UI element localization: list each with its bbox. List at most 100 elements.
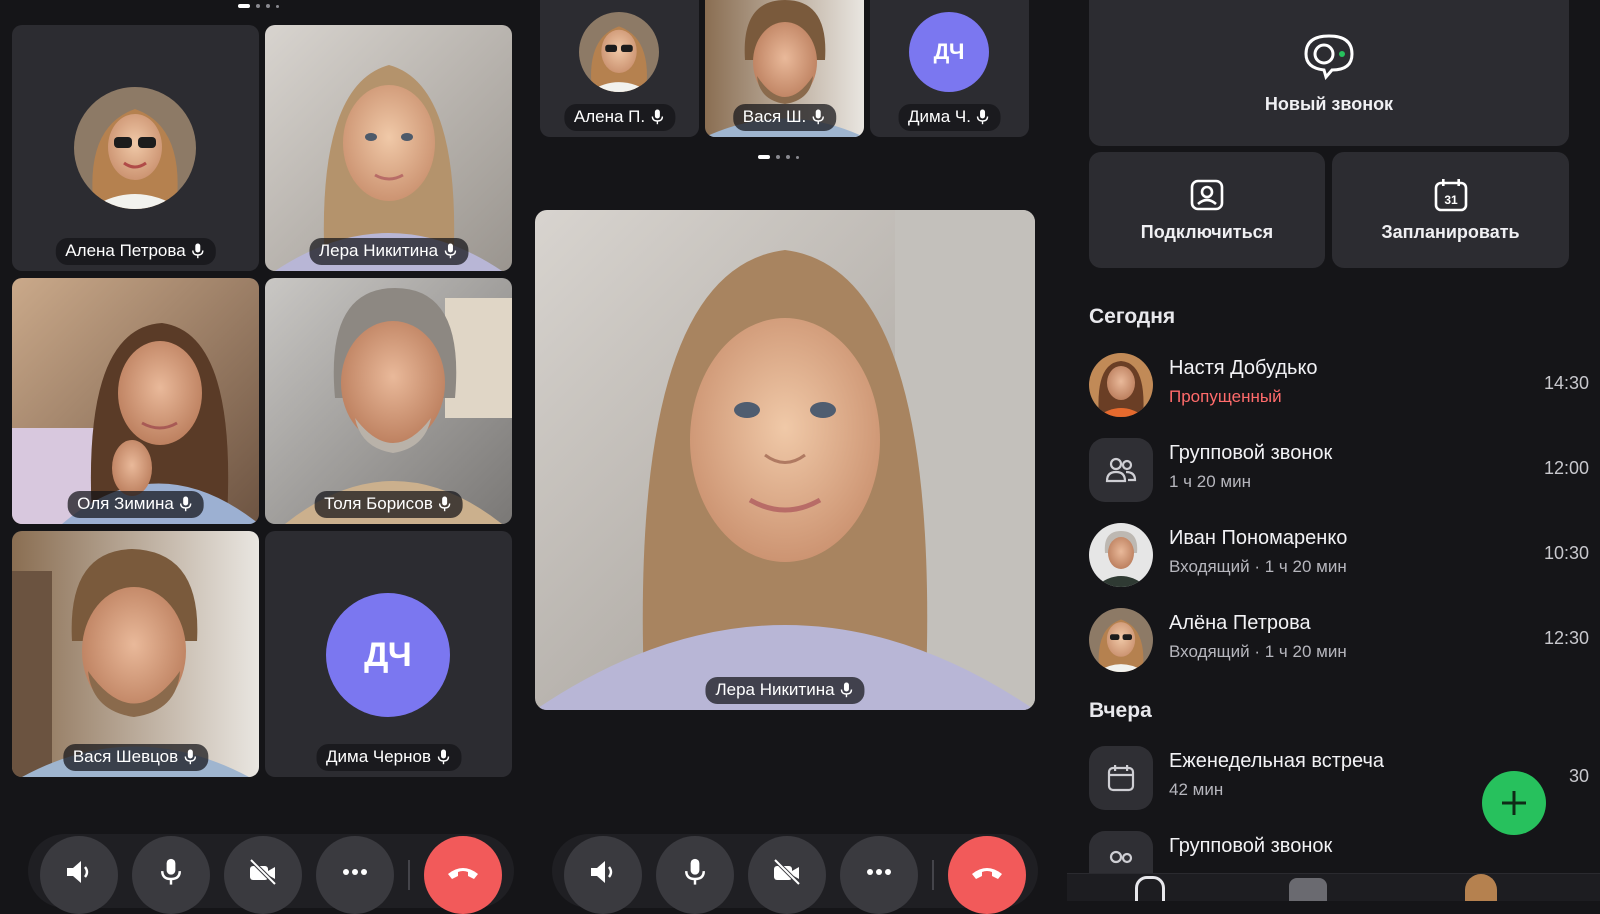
call-history-item[interactable]: Настя Добудько Пропущенный 14:30	[1089, 351, 1589, 419]
schedule-button[interactable]: 31 Запланировать	[1332, 152, 1569, 268]
microphone-icon	[684, 858, 706, 886]
contact-name: Групповой звонок	[1169, 442, 1333, 464]
bottom-tab-bar	[1067, 873, 1600, 901]
mic-icon	[437, 749, 449, 765]
participant-name-label: Лера Никитина	[308, 238, 469, 265]
mic-icon	[841, 682, 853, 698]
participant-video	[265, 278, 512, 524]
section-header-yesterday: Вчера	[1089, 699, 1152, 722]
contact-name: Настя Добудько	[1169, 357, 1318, 379]
tab-calls[interactable]	[1135, 876, 1165, 901]
speaker-video	[535, 210, 1035, 710]
participant-tile[interactable]: Толя Борисов	[265, 278, 512, 524]
speaker-button[interactable]	[564, 836, 642, 914]
participant-tile[interactable]: Алена Петрова	[12, 25, 259, 271]
call-time: 14:30	[1543, 373, 1589, 393]
active-speaker-video[interactable]: Лера Никитина	[535, 210, 1035, 710]
camera-off-icon	[773, 858, 801, 886]
call-status: Входящий · 1 ч 20 мин	[1169, 642, 1347, 661]
new-call-icon	[1304, 33, 1354, 80]
end-call-button[interactable]	[948, 836, 1026, 914]
initials-avatar: ДЧ	[909, 12, 989, 92]
group-icon	[1105, 457, 1137, 483]
mic-icon	[651, 109, 663, 125]
hang-up-icon	[448, 868, 478, 879]
camera-button[interactable]	[748, 836, 826, 914]
call-status: 1 ч 20 мин	[1169, 472, 1251, 491]
participant-name-label: Вася Шевцов	[62, 744, 209, 771]
participant-avatar	[74, 87, 196, 209]
participant-name-label: Толя Борисов	[314, 491, 463, 518]
participant-tile[interactable]: Вася Шевцов	[12, 531, 259, 777]
mic-icon	[180, 496, 192, 512]
contact-avatar	[1089, 523, 1153, 587]
call-history-item[interactable]: Иван Пономаренко Входящий · 1 ч 20 мин 1…	[1089, 521, 1589, 589]
meeting-avatar	[1089, 746, 1153, 810]
group-call-avatar	[1089, 438, 1153, 502]
contact-name: Групповой звонок	[1169, 835, 1333, 857]
more-button[interactable]	[316, 836, 394, 914]
call-time: 10:30	[1543, 543, 1589, 563]
mic-icon	[977, 109, 989, 125]
participant-avatar	[579, 12, 659, 92]
calendar-icon: 31	[1434, 178, 1467, 211]
participant-tile[interactable]: Лера Никитина	[265, 25, 512, 271]
tab-chats[interactable]	[1289, 878, 1327, 901]
participant-name-label: Лера Никитина	[705, 677, 865, 704]
participant-name-label: Дима Чернов	[316, 744, 461, 771]
join-button[interactable]: Подключиться	[1089, 152, 1325, 268]
add-call-button[interactable]	[1482, 771, 1546, 835]
join-label: Подключиться	[1140, 221, 1274, 242]
participant-tile[interactable]: Оля Зимина	[12, 278, 259, 524]
mic-icon	[184, 749, 196, 765]
page-indicator[interactable]	[238, 4, 279, 8]
call-status: Входящий · 1 ч 20 мин	[1169, 557, 1347, 576]
new-call-button[interactable]: Новый звонок	[1089, 0, 1569, 146]
page-indicator[interactable]	[758, 155, 799, 159]
hang-up-icon	[972, 868, 1002, 879]
join-icon	[1190, 179, 1224, 210]
camera-off-icon	[249, 858, 277, 886]
camera-button[interactable]	[224, 836, 302, 914]
mic-icon	[444, 243, 456, 259]
call-time: 12:00	[1543, 458, 1589, 478]
contact-name: Иван Пономаренко	[1169, 527, 1348, 549]
participant-name-label: Оля Зимина	[67, 491, 204, 518]
contact-name: Алёна Петрова	[1169, 612, 1311, 634]
participant-tile[interactable]: ДЧ Дима Чернов	[265, 531, 512, 777]
divider	[932, 860, 934, 890]
participant-name-label: Алена П.	[563, 104, 676, 131]
calls-panel: Новый звонок Подключиться 31 Запланирова…	[1067, 0, 1600, 901]
divider	[408, 860, 410, 890]
more-button[interactable]	[840, 836, 918, 914]
call-status: 42 мин	[1169, 780, 1224, 799]
speaker-call-panel: Алена П. Вася Ш. ДЧ Дима Ч. Лера Никитин…	[535, 0, 1067, 914]
participant-name-label: Дима Ч.	[898, 104, 1001, 131]
contact-avatar	[1089, 608, 1153, 672]
contact-name: Еженедельная встреча	[1169, 750, 1385, 772]
microphone-button[interactable]	[656, 836, 734, 914]
tab-profile-avatar[interactable]	[1465, 874, 1497, 901]
call-history-item[interactable]: Алёна Петрова Входящий · 1 ч 20 мин 12:3…	[1089, 606, 1589, 674]
mic-icon	[812, 109, 824, 125]
speaker-icon	[591, 861, 613, 883]
speaker-button[interactable]	[40, 836, 118, 914]
participant-name-label: Алена Петрова	[55, 238, 216, 265]
participant-thumbnail[interactable]: ДЧ Дима Ч.	[870, 0, 1029, 137]
end-call-button[interactable]	[424, 836, 502, 914]
microphone-icon	[160, 858, 182, 886]
participant-thumbnail[interactable]: Алена П.	[540, 0, 699, 137]
participant-thumbnail[interactable]: Вася Ш.	[705, 0, 864, 137]
call-history-item[interactable]: Групповой звонок 1 ч 20 мин 12:00	[1089, 436, 1589, 504]
microphone-button[interactable]	[132, 836, 210, 914]
call-time: 30	[1568, 766, 1589, 786]
participant-video	[12, 531, 259, 777]
schedule-label: Запланировать	[1381, 221, 1520, 242]
participant-video	[265, 25, 512, 271]
participant-name-label: Вася Ш.	[732, 104, 837, 131]
calendar-day: 31	[1444, 193, 1458, 207]
call-controls	[28, 834, 514, 914]
plus-icon	[1502, 791, 1526, 815]
grid-call-panel: Алена Петрова Лера Никитина Оля Зимина Т…	[0, 0, 535, 914]
calendar-icon	[1107, 765, 1135, 792]
